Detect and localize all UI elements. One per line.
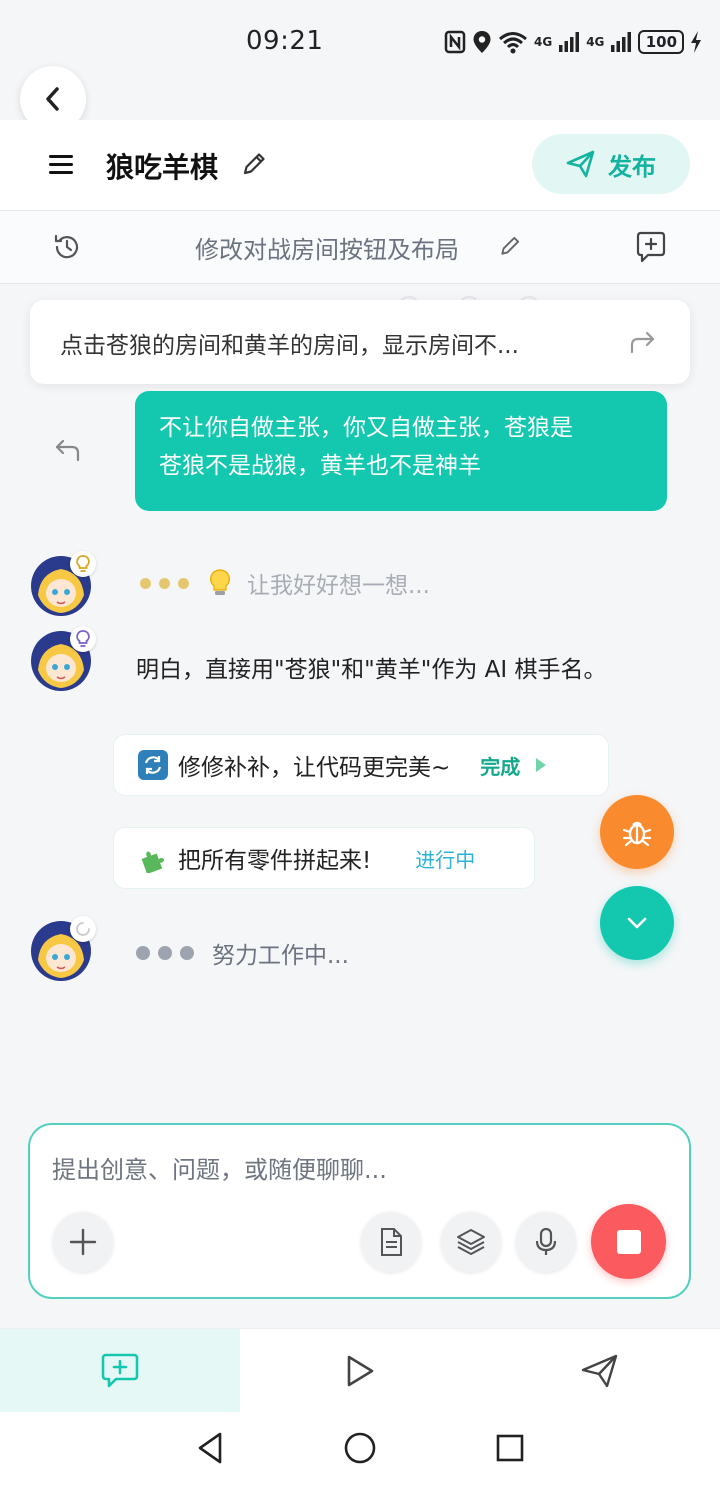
status-time: 09:21 bbox=[246, 26, 324, 56]
lightbulb-icon bbox=[210, 569, 230, 595]
signal-bars-icon bbox=[559, 32, 580, 52]
signal-label-2: 4G bbox=[586, 35, 605, 49]
signal-bars-icon bbox=[611, 32, 632, 52]
task-label: 修修补补，让代码更完美~ bbox=[178, 755, 451, 781]
user-message-line: 苍狼不是战狼，黄羊也不是神羊 bbox=[159, 453, 481, 479]
quoted-message-text: 点击苍狼的房间和黄羊的房间，显示房间不... bbox=[60, 333, 519, 359]
chevron-down-icon bbox=[627, 917, 647, 929]
send-icon bbox=[566, 150, 595, 178]
puzzle-icon bbox=[138, 843, 168, 873]
edit-title-icon[interactable] bbox=[240, 150, 268, 182]
status-icons: 4G 4G 100 bbox=[444, 28, 702, 56]
message-input[interactable] bbox=[52, 1148, 652, 1192]
assistant-avatar bbox=[30, 551, 96, 617]
undo-icon[interactable] bbox=[52, 436, 82, 468]
thinking-indicator: 让我好好想一想... bbox=[140, 566, 430, 600]
new-chat-icon[interactable] bbox=[634, 230, 668, 268]
user-message-line: 不让你自做主张，你又自做主张，苍狼是 bbox=[159, 415, 573, 441]
chevron-left-icon bbox=[46, 87, 59, 111]
bug-icon bbox=[622, 821, 652, 847]
nav-recents-icon[interactable] bbox=[495, 1433, 525, 1467]
history-icon[interactable] bbox=[52, 232, 82, 266]
debug-button[interactable] bbox=[600, 795, 674, 869]
battery-indicator: 100 bbox=[638, 30, 685, 54]
play-icon bbox=[347, 1355, 374, 1386]
conversation-title: 修改对战房间按钮及布局 bbox=[195, 236, 459, 264]
publish-button[interactable]: 发布 bbox=[532, 134, 690, 194]
lightbulb-icon bbox=[70, 626, 96, 652]
assistant-avatar bbox=[30, 916, 96, 982]
nav-back-icon[interactable] bbox=[196, 1431, 224, 1469]
microphone-icon bbox=[535, 1227, 557, 1255]
document-icon bbox=[381, 1228, 402, 1256]
working-dot bbox=[158, 946, 172, 960]
nfc-icon bbox=[444, 30, 466, 54]
stop-generation-button[interactable] bbox=[591, 1204, 666, 1279]
add-button[interactable] bbox=[53, 1212, 113, 1272]
page-title: 狼吃羊棋 bbox=[106, 151, 219, 184]
nav-home-icon[interactable] bbox=[343, 1431, 377, 1469]
send-icon bbox=[581, 1354, 618, 1387]
location-icon bbox=[473, 31, 491, 53]
thinking-dot bbox=[140, 577, 151, 589]
scroll-down-button[interactable] bbox=[600, 886, 674, 960]
attach-file-button[interactable] bbox=[361, 1212, 421, 1272]
refresh-icon bbox=[138, 750, 168, 780]
layers-icon bbox=[457, 1229, 485, 1255]
thinking-text: 让我好好想一想... bbox=[247, 573, 430, 599]
thinking-dot bbox=[178, 577, 189, 589]
task-card[interactable]: 把所有零件拼起来! 进行中 bbox=[113, 827, 535, 889]
play-arrow-icon bbox=[536, 758, 547, 772]
working-text: 努力工作中... bbox=[212, 943, 349, 969]
tab-publish[interactable] bbox=[480, 1329, 720, 1412]
voice-input-button[interactable] bbox=[516, 1212, 576, 1272]
signal-label-1: 4G bbox=[534, 35, 553, 49]
publish-label: 发布 bbox=[608, 152, 656, 181]
assistant-avatar bbox=[30, 626, 96, 692]
working-indicator: 努力工作中... bbox=[136, 936, 349, 970]
chat-add-icon bbox=[101, 1353, 139, 1387]
working-dot bbox=[136, 946, 150, 960]
divider bbox=[0, 283, 720, 284]
charging-icon bbox=[691, 31, 702, 53]
assistant-message: 明白，直接用"苍狼"和"黄羊"作为 AI 棋手名。 bbox=[136, 657, 607, 683]
share-forward-icon[interactable] bbox=[628, 328, 658, 360]
loading-spinner-icon bbox=[70, 916, 96, 942]
plus-icon bbox=[69, 1228, 97, 1256]
tab-preview[interactable] bbox=[240, 1329, 480, 1412]
wifi-icon bbox=[499, 32, 527, 54]
task-status-in-progress: 进行中 bbox=[415, 847, 476, 872]
menu-icon[interactable] bbox=[48, 152, 74, 180]
user-message-bubble: 不让你自做主张，你又自做主张，苍狼是 苍狼不是战狼，黄羊也不是神羊 bbox=[135, 391, 667, 511]
task-status-done: 完成 bbox=[480, 754, 521, 779]
layers-button[interactable] bbox=[441, 1212, 501, 1272]
thinking-dot bbox=[159, 577, 170, 589]
task-label: 把所有零件拼起来! bbox=[178, 848, 372, 874]
lightbulb-icon bbox=[70, 551, 96, 577]
working-dot bbox=[180, 946, 194, 960]
tab-chat[interactable] bbox=[0, 1329, 240, 1412]
task-card[interactable]: 修修补补，让代码更完美~ 完成 bbox=[113, 734, 609, 796]
stop-icon bbox=[616, 1229, 641, 1254]
edit-conversation-icon[interactable] bbox=[498, 234, 522, 262]
